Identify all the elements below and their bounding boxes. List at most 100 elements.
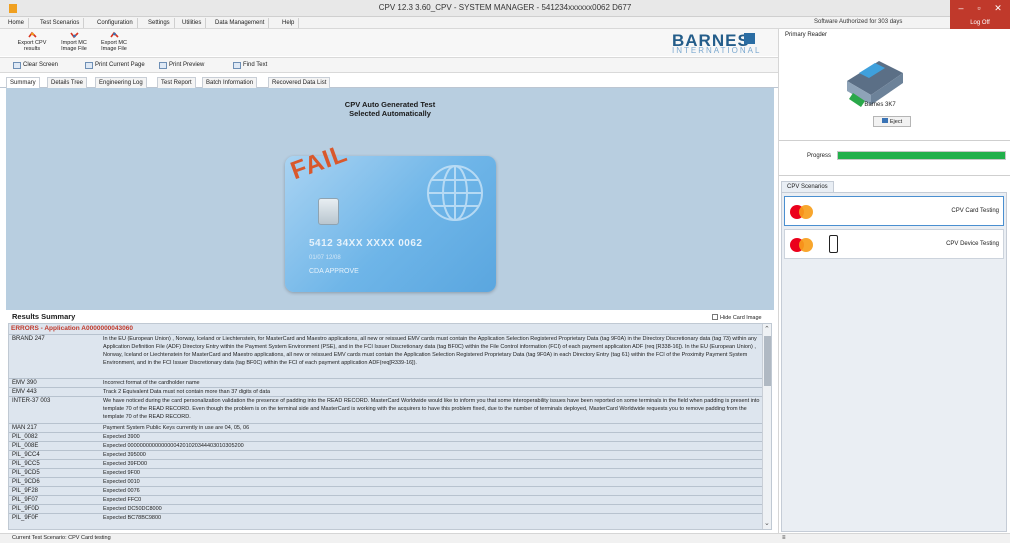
menu-data-management[interactable]: Data Management — [211, 18, 270, 28]
result-code: PIL_9F28 — [12, 488, 39, 494]
menu-settings[interactable]: Settings — [144, 18, 175, 28]
result-code: EMV 390 — [12, 380, 37, 386]
import-image-button[interactable]: Import MC Image File — [54, 31, 94, 52]
result-description: Expected DC50DC8000 — [103, 506, 162, 512]
card-image-area: CPV Auto Generated Test Selected Automat… — [6, 88, 774, 310]
test-subtitle: Selected Automatically — [349, 109, 431, 118]
print-preview-label: Print Preview — [169, 62, 205, 68]
close-button[interactable]: ✕ — [986, 0, 1010, 17]
menu-configuration[interactable]: Configuration — [93, 18, 138, 28]
progress-bar — [837, 151, 1006, 160]
menu-test-scenarios[interactable]: Test Scenarios — [36, 18, 85, 28]
current-scenario-status: Current Test Scenario: CPV Card testing — [12, 535, 111, 541]
chip-icon — [318, 198, 339, 225]
test-title: CPV Auto Generated Test — [344, 100, 436, 109]
result-description: Expected 9F00 — [103, 470, 140, 476]
menu-bar: Home Test Scenarios Configuration Settin… — [0, 17, 778, 29]
export-results-button[interactable]: Export CPV results — [12, 31, 52, 52]
menu-utilities[interactable]: Utilities — [178, 18, 207, 28]
ribbon: Export CPV results Import MC Image File … — [0, 29, 778, 56]
find-text-button[interactable]: Find Text — [232, 60, 267, 71]
divider — [779, 140, 1010, 141]
logo-mark — [744, 33, 755, 44]
result-code: PIL_9F07 — [12, 497, 39, 503]
preview-icon — [159, 62, 167, 69]
results-scrollbar[interactable]: ⌃ ⌄ — [762, 324, 771, 529]
progress-label: Progress — [807, 153, 832, 159]
auth-bar: Software Authorized for 303 days Log Off — [778, 17, 1010, 29]
barnes-logo: BARNES INTERNATIONAL — [672, 31, 776, 55]
menu-help[interactable]: Help — [278, 18, 300, 28]
menu-home[interactable]: Home — [4, 18, 30, 28]
result-code: EMV 443 — [12, 389, 37, 395]
status-grip: ≡ — [782, 535, 786, 541]
import-icon — [69, 32, 79, 39]
result-description: Expected BC78BC9800 — [103, 515, 162, 521]
export-icon — [27, 31, 37, 38]
eject-button[interactable]: Eject — [873, 116, 911, 127]
hide-card-image-label: Hide Card Image — [720, 315, 762, 321]
logo-subtitle: INTERNATIONAL — [672, 46, 762, 55]
reader-name: Barnes 3K7 — [864, 102, 896, 108]
clear-screen-button[interactable]: Clear Screen — [12, 60, 58, 71]
import-image-label: Import MC Image File — [61, 40, 87, 52]
scroll-up-icon[interactable]: ⌃ — [764, 325, 770, 333]
result-description: Expected 3900 — [103, 434, 140, 440]
scenario-card-testing[interactable]: CPV Card Testing — [784, 196, 1004, 226]
result-description: Expected FFC0 — [103, 497, 142, 503]
tab-test-report[interactable]: Test Report — [157, 77, 196, 88]
tab-engineering-log[interactable]: Engineering Log — [95, 77, 147, 88]
divider — [779, 175, 1010, 176]
mastercard-icon — [790, 238, 813, 252]
scenario-label: CPV Device Testing — [946, 241, 999, 247]
result-code: PIL_9F0F — [12, 515, 39, 521]
result-description: Track 2 Equivalent Data must not contain… — [103, 389, 271, 395]
export-image-label: Export MC Image File — [101, 40, 127, 52]
globe-icon — [427, 165, 483, 221]
export-image-icon — [109, 31, 119, 38]
progress-fill — [838, 152, 1005, 159]
print-page-button[interactable]: Print Current Page — [84, 60, 145, 71]
result-description: Expected 39FD00 — [103, 461, 148, 467]
scroll-thumb[interactable] — [764, 336, 771, 386]
result-description: Payment System Public Keys currently in … — [103, 425, 250, 431]
eject-icon — [881, 118, 888, 123]
toolbar: Clear Screen Print Current Page Print Pr… — [0, 57, 778, 73]
export-results-label: Export CPV results — [17, 40, 47, 52]
clear-screen-label: Clear Screen — [23, 62, 59, 68]
print-icon — [85, 62, 93, 69]
results-summary-heading: Results Summary — [12, 312, 76, 321]
result-description: Expected 0010 — [103, 479, 140, 485]
result-code: PIL_9CC4 — [12, 452, 40, 458]
tab-details-tree[interactable]: Details Tree — [47, 77, 88, 88]
card-reader-icon — [847, 61, 903, 107]
tab-recovered-data-list[interactable]: Recovered Data List — [268, 77, 331, 88]
result-code: PIL_9F0D — [12, 506, 40, 512]
result-code: PIL_008E — [12, 443, 39, 449]
result-description: We have noticed during the card personal… — [103, 398, 760, 421]
tab-cpv-scenarios[interactable]: CPV Scenarios — [781, 181, 834, 192]
window-title: CPV 12.3 3.60_CPV - SYSTEM MANAGER - 541… — [378, 3, 632, 12]
tab-batch-information[interactable]: Batch Information — [202, 77, 258, 88]
authorization-text: Software Authorized for 303 days — [814, 19, 903, 25]
reader-panel: Primary Reader Barnes 3K7 Eject Progress… — [778, 29, 1010, 533]
log-off-button[interactable]: Log Off — [950, 17, 1010, 29]
hide-card-image-toggle[interactable]: Hide Card Image — [712, 314, 762, 321]
card-number: 5412 34XX XXXX 0062 — [309, 238, 423, 249]
checkbox[interactable] — [712, 314, 718, 320]
results-list: ERRORS - Application A0000000043060 BRAN… — [8, 323, 772, 530]
scenario-device-testing[interactable]: CPV Device Testing — [784, 229, 1004, 259]
scroll-down-icon[interactable]: ⌄ — [764, 519, 770, 527]
card-cda-label: CDA APPROVE — [309, 268, 359, 275]
result-description: In the EU (European Union) , Norway, Ice… — [103, 336, 757, 367]
tab-summary[interactable]: Summary — [6, 77, 40, 88]
export-image-button[interactable]: Export MC Image File — [94, 31, 134, 52]
mastercard-icon — [790, 205, 813, 219]
find-text-label: Find Text — [243, 62, 268, 68]
result-description: Expected 0076 — [103, 488, 140, 494]
status-bar: Current Test Scenario: CPV Card testing … — [0, 533, 1010, 543]
eject-label: Eject — [889, 119, 903, 125]
result-description: Incorrect format of the cardholder name — [103, 380, 200, 386]
print-preview-button[interactable]: Print Preview — [158, 60, 204, 71]
result-description: Expected 395000 — [103, 452, 146, 458]
